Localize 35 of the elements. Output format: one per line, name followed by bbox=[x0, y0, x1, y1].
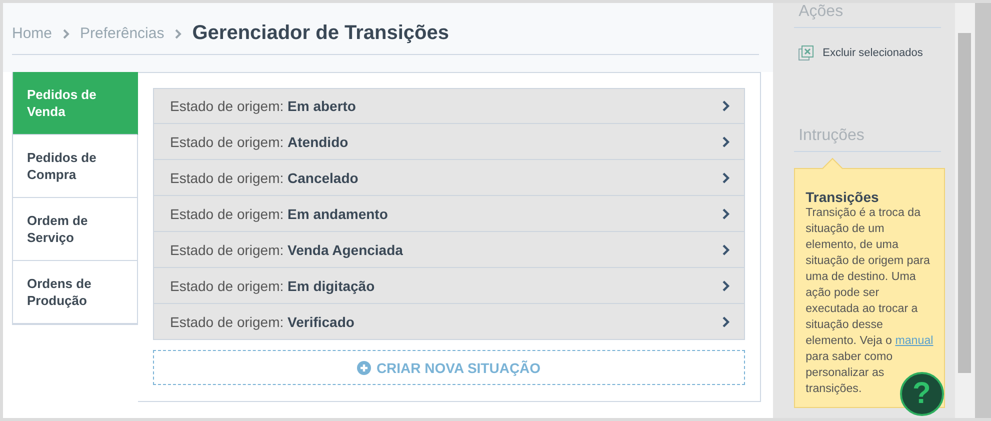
state-row[interactable]: Estado de origem: Em aberto bbox=[153, 88, 745, 124]
state-row[interactable]: Estado de origem: Atendido bbox=[153, 124, 745, 160]
section-title: Ações bbox=[794, 3, 941, 28]
category-tab[interactable]: Ordens de Produção bbox=[13, 261, 138, 324]
plus-circle-icon bbox=[357, 360, 372, 374]
scrollbar-thumb[interactable] bbox=[958, 33, 972, 373]
chevron-right-icon bbox=[62, 28, 70, 38]
state-row[interactable]: Estado de origem: Verificado bbox=[153, 304, 745, 340]
state-label: Estado de origem: Em digitação bbox=[170, 278, 375, 294]
chevron-right-icon bbox=[722, 136, 730, 148]
tooltip-text: personalizar as transições. bbox=[806, 365, 886, 397]
state-label: Estado de origem: Venda Agenciada bbox=[170, 242, 403, 258]
chevron-right-icon bbox=[722, 280, 730, 292]
chevron-right-icon bbox=[722, 208, 730, 220]
chevron-right-icon bbox=[722, 172, 730, 184]
state-label: Estado de origem: Cancelado bbox=[170, 170, 358, 186]
state-row[interactable]: Estado de origem: Venda Agenciada bbox=[153, 232, 745, 268]
tooltip-title: Transições bbox=[806, 189, 880, 205]
state-row[interactable]: Estado de origem: Em digitação bbox=[153, 268, 745, 304]
state-label: Estado de origem: Em andamento bbox=[170, 206, 388, 222]
state-label: Estado de origem: Em aberto bbox=[170, 98, 356, 114]
state-label: Estado de origem: Atendido bbox=[170, 134, 348, 150]
chevron-right-icon bbox=[722, 316, 730, 328]
state-row[interactable]: Estado de origem: Em andamento bbox=[153, 196, 745, 232]
delete-selected-link[interactable]: Excluir selecionados bbox=[798, 45, 956, 61]
state-label: Estado de origem: Verificado bbox=[170, 314, 354, 330]
category-tab[interactable]: Ordem de Serviço bbox=[13, 198, 138, 261]
delete-file-icon bbox=[798, 45, 814, 61]
page-title: Gerenciador de Transições bbox=[192, 22, 450, 45]
category-tab[interactable]: Pedidos de Compra bbox=[13, 135, 138, 198]
chevron-right-icon bbox=[722, 100, 730, 112]
chevron-right-icon bbox=[174, 28, 182, 38]
chevron-right-icon bbox=[722, 244, 730, 256]
state-row[interactable]: Estado de origem: Cancelado bbox=[153, 160, 745, 196]
section-title: Intruções bbox=[794, 127, 941, 152]
